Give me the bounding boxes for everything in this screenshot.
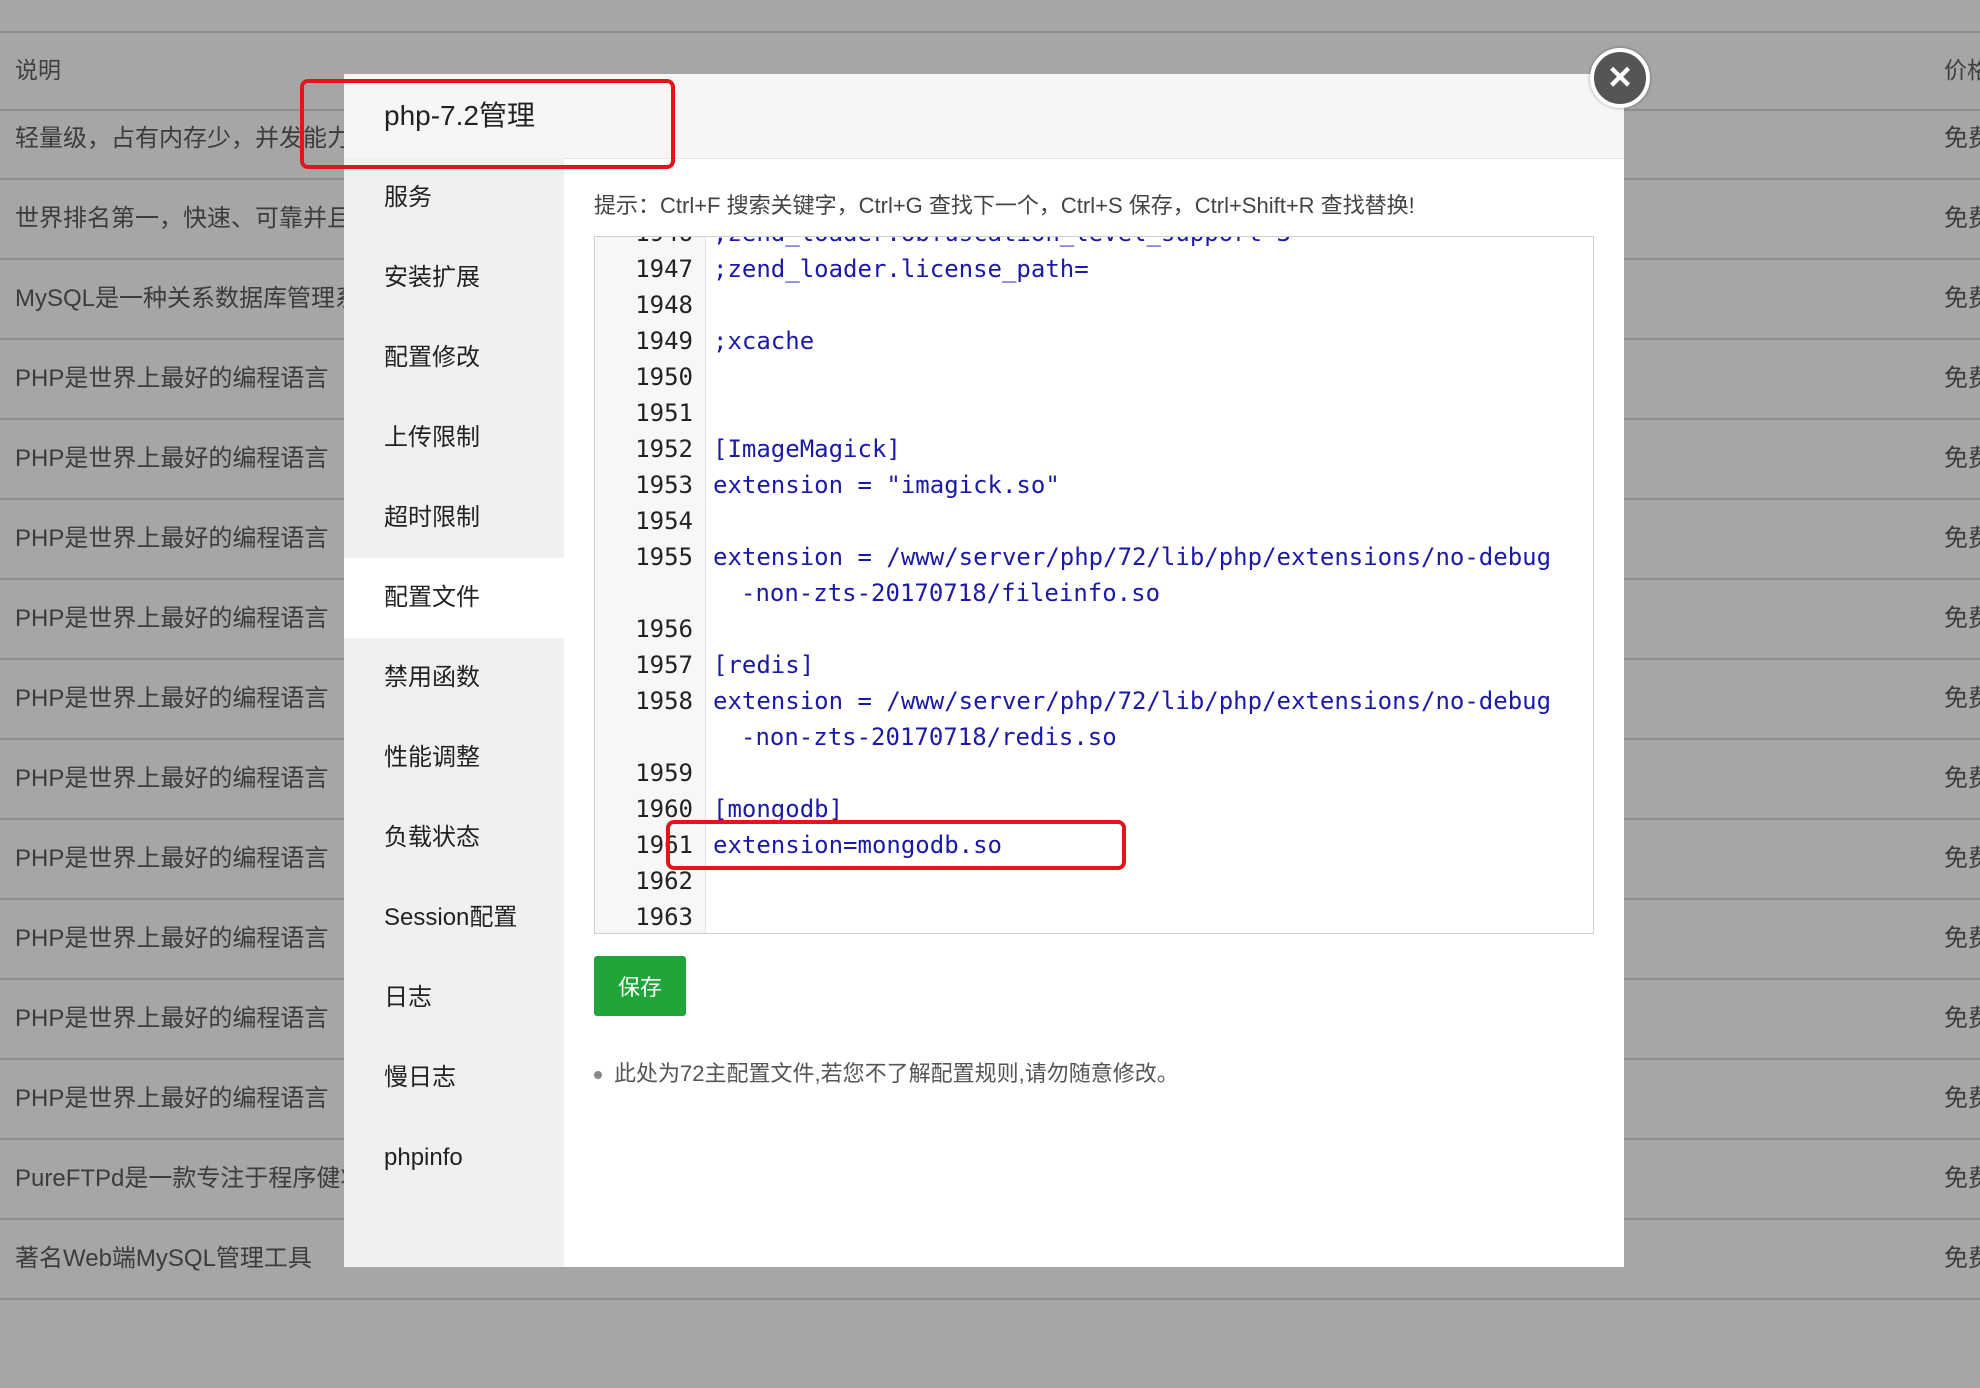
close-icon[interactable]: × xyxy=(1590,48,1650,108)
table-top-border xyxy=(0,0,1980,33)
line-number: 1954 xyxy=(635,507,693,535)
config-note-text: 此处为72主配置文件,若您不了解配置规则,请勿随意修改。 xyxy=(614,1061,1179,1086)
config-file-panel: 提示：Ctrl+F 搜索关键字，Ctrl+G 查找下一个，Ctrl+S 保存，C… xyxy=(564,158,1624,1267)
line-number: 1952 xyxy=(635,435,693,463)
line-number: 1959 xyxy=(635,759,693,787)
line-number: 1946 xyxy=(595,237,693,251)
menu-item[interactable]: 服务 xyxy=(344,158,564,238)
row-price: 免费 xyxy=(1944,605,1980,632)
row-price: 免费 xyxy=(1944,125,1980,152)
line-number: 1963 xyxy=(635,903,693,931)
save-button[interactable]: 保存 xyxy=(594,956,686,1016)
row-price: 免费 xyxy=(1944,685,1980,712)
menu-item[interactable]: 负载状态 xyxy=(344,798,564,878)
row-description: PHP是世界上最好的编程语言 xyxy=(15,1005,329,1032)
header-desc: 说明 xyxy=(15,57,61,83)
row-price: 免费 xyxy=(1944,525,1980,552)
line-number: 1951 xyxy=(635,399,693,427)
menu-item[interactable]: 安装扩展 xyxy=(344,238,564,318)
row-price: 免费 xyxy=(1944,1005,1980,1032)
row-description: PHP是世界上最好的编程语言 xyxy=(15,925,329,952)
line-number: 1958 xyxy=(635,687,693,715)
row-price: 免费 xyxy=(1944,365,1980,392)
line-number: 1948 xyxy=(635,291,693,319)
code-line: ;zend_loader.license_path= xyxy=(713,255,1089,283)
row-price: 免费 xyxy=(1944,1165,1980,1192)
editor-hint: 提示：Ctrl+F 搜索关键字，Ctrl+G 查找下一个，Ctrl+S 保存，C… xyxy=(594,193,1415,218)
row-description: PHP是世界上最好的编程语言 xyxy=(15,525,329,552)
menu-item[interactable]: 性能调整 xyxy=(344,718,564,798)
code-line: ;zend_loader.obfuscation_level_support=3 xyxy=(713,237,1291,251)
line-number: 1950 xyxy=(635,363,693,391)
menu-item[interactable]: 超时限制 xyxy=(344,478,564,558)
bullet-icon xyxy=(594,1071,602,1080)
menu-item[interactable]: phpinfo xyxy=(344,1118,564,1198)
row-price: 免费 xyxy=(1944,925,1980,952)
row-description: MySQL是一种关系数据库管理系统 xyxy=(15,285,384,312)
menu-item[interactable]: 日志 xyxy=(344,958,564,1038)
line-number: 1949 xyxy=(635,327,693,355)
row-price: 免费 xyxy=(1944,285,1980,312)
row-description: PureFTPd是一款专注于程序健壮 xyxy=(15,1165,365,1192)
line-number: 1956 xyxy=(635,615,693,643)
menu-item[interactable]: 配置修改 xyxy=(344,318,564,398)
config-note: 此处为72主配置文件,若您不了解配置规则,请勿随意修改。 xyxy=(594,1056,1179,1088)
menu-item[interactable]: 禁用函数 xyxy=(344,638,564,718)
menu-item[interactable]: 上传限制 xyxy=(344,398,564,478)
modal-side-menu: 服务 安装扩展 配置修改 上传限制 超时限制 配置文件 禁用函数 性能调整 负载状态 Sessio… xyxy=(344,158,564,1267)
code-line: [redis] xyxy=(713,651,815,679)
row-description: PHP是世界上最好的编程语言 xyxy=(15,445,329,472)
row-description: PHP是世界上最好的编程语言 xyxy=(15,1085,329,1112)
annotation-title-highlight xyxy=(300,79,675,169)
row-price: 免费 xyxy=(1944,205,1980,232)
code-line: ;xcache xyxy=(713,327,815,355)
code-line: extension = /www/server/php/72/lib/php/e… xyxy=(713,687,1552,715)
row-description: PHP是世界上最好的编程语言 xyxy=(15,765,329,792)
line-number: 1953 xyxy=(635,471,693,499)
code-line: [ImageMagick] xyxy=(713,435,901,463)
row-price: 免费 xyxy=(1944,1085,1980,1112)
line-number: 1955 xyxy=(635,543,693,571)
code-line: extension = "imagick.so" xyxy=(713,471,1060,499)
menu-item[interactable]: 慢日志 xyxy=(344,1038,564,1118)
annotation-mongodb-highlight xyxy=(666,820,1126,870)
code-line-wrapped: -non-zts-20170718/fileinfo.so xyxy=(741,579,1161,607)
row-price: 免费 xyxy=(1944,845,1980,872)
menu-item[interactable]: Session配置 xyxy=(344,878,564,958)
line-number: 1957 xyxy=(635,651,693,679)
row-description: PHP是世界上最好的编程语言 xyxy=(15,365,329,392)
row-description: PHP是世界上最好的编程语言 xyxy=(15,605,329,632)
row-price: 免费 xyxy=(1944,765,1980,792)
row-description: PHP是世界上最好的编程语言 xyxy=(15,685,329,712)
php-manage-modal: php-7.2管理 服务 安装扩展 配置修改 上传限制 超时限制 配置文件 禁用函数 性能调整… xyxy=(344,74,1624,1267)
row-description: PHP是世界上最好的编程语言 xyxy=(15,845,329,872)
line-number: 1947 xyxy=(635,255,693,283)
code-line: extension = /www/server/php/72/lib/php/e… xyxy=(713,543,1552,571)
row-price: 免费 xyxy=(1944,445,1980,472)
header-price: 价格 xyxy=(1944,57,1980,83)
code-line-wrapped: -non-zts-20170718/redis.so xyxy=(741,723,1117,751)
menu-item[interactable]: 配置文件 xyxy=(344,558,564,638)
row-description: 世界排名第一，快速、可靠并且 xyxy=(15,205,351,232)
row-description: 著名Web端MySQL管理工具 xyxy=(15,1245,312,1272)
row-price: 免费 xyxy=(1944,1245,1980,1272)
